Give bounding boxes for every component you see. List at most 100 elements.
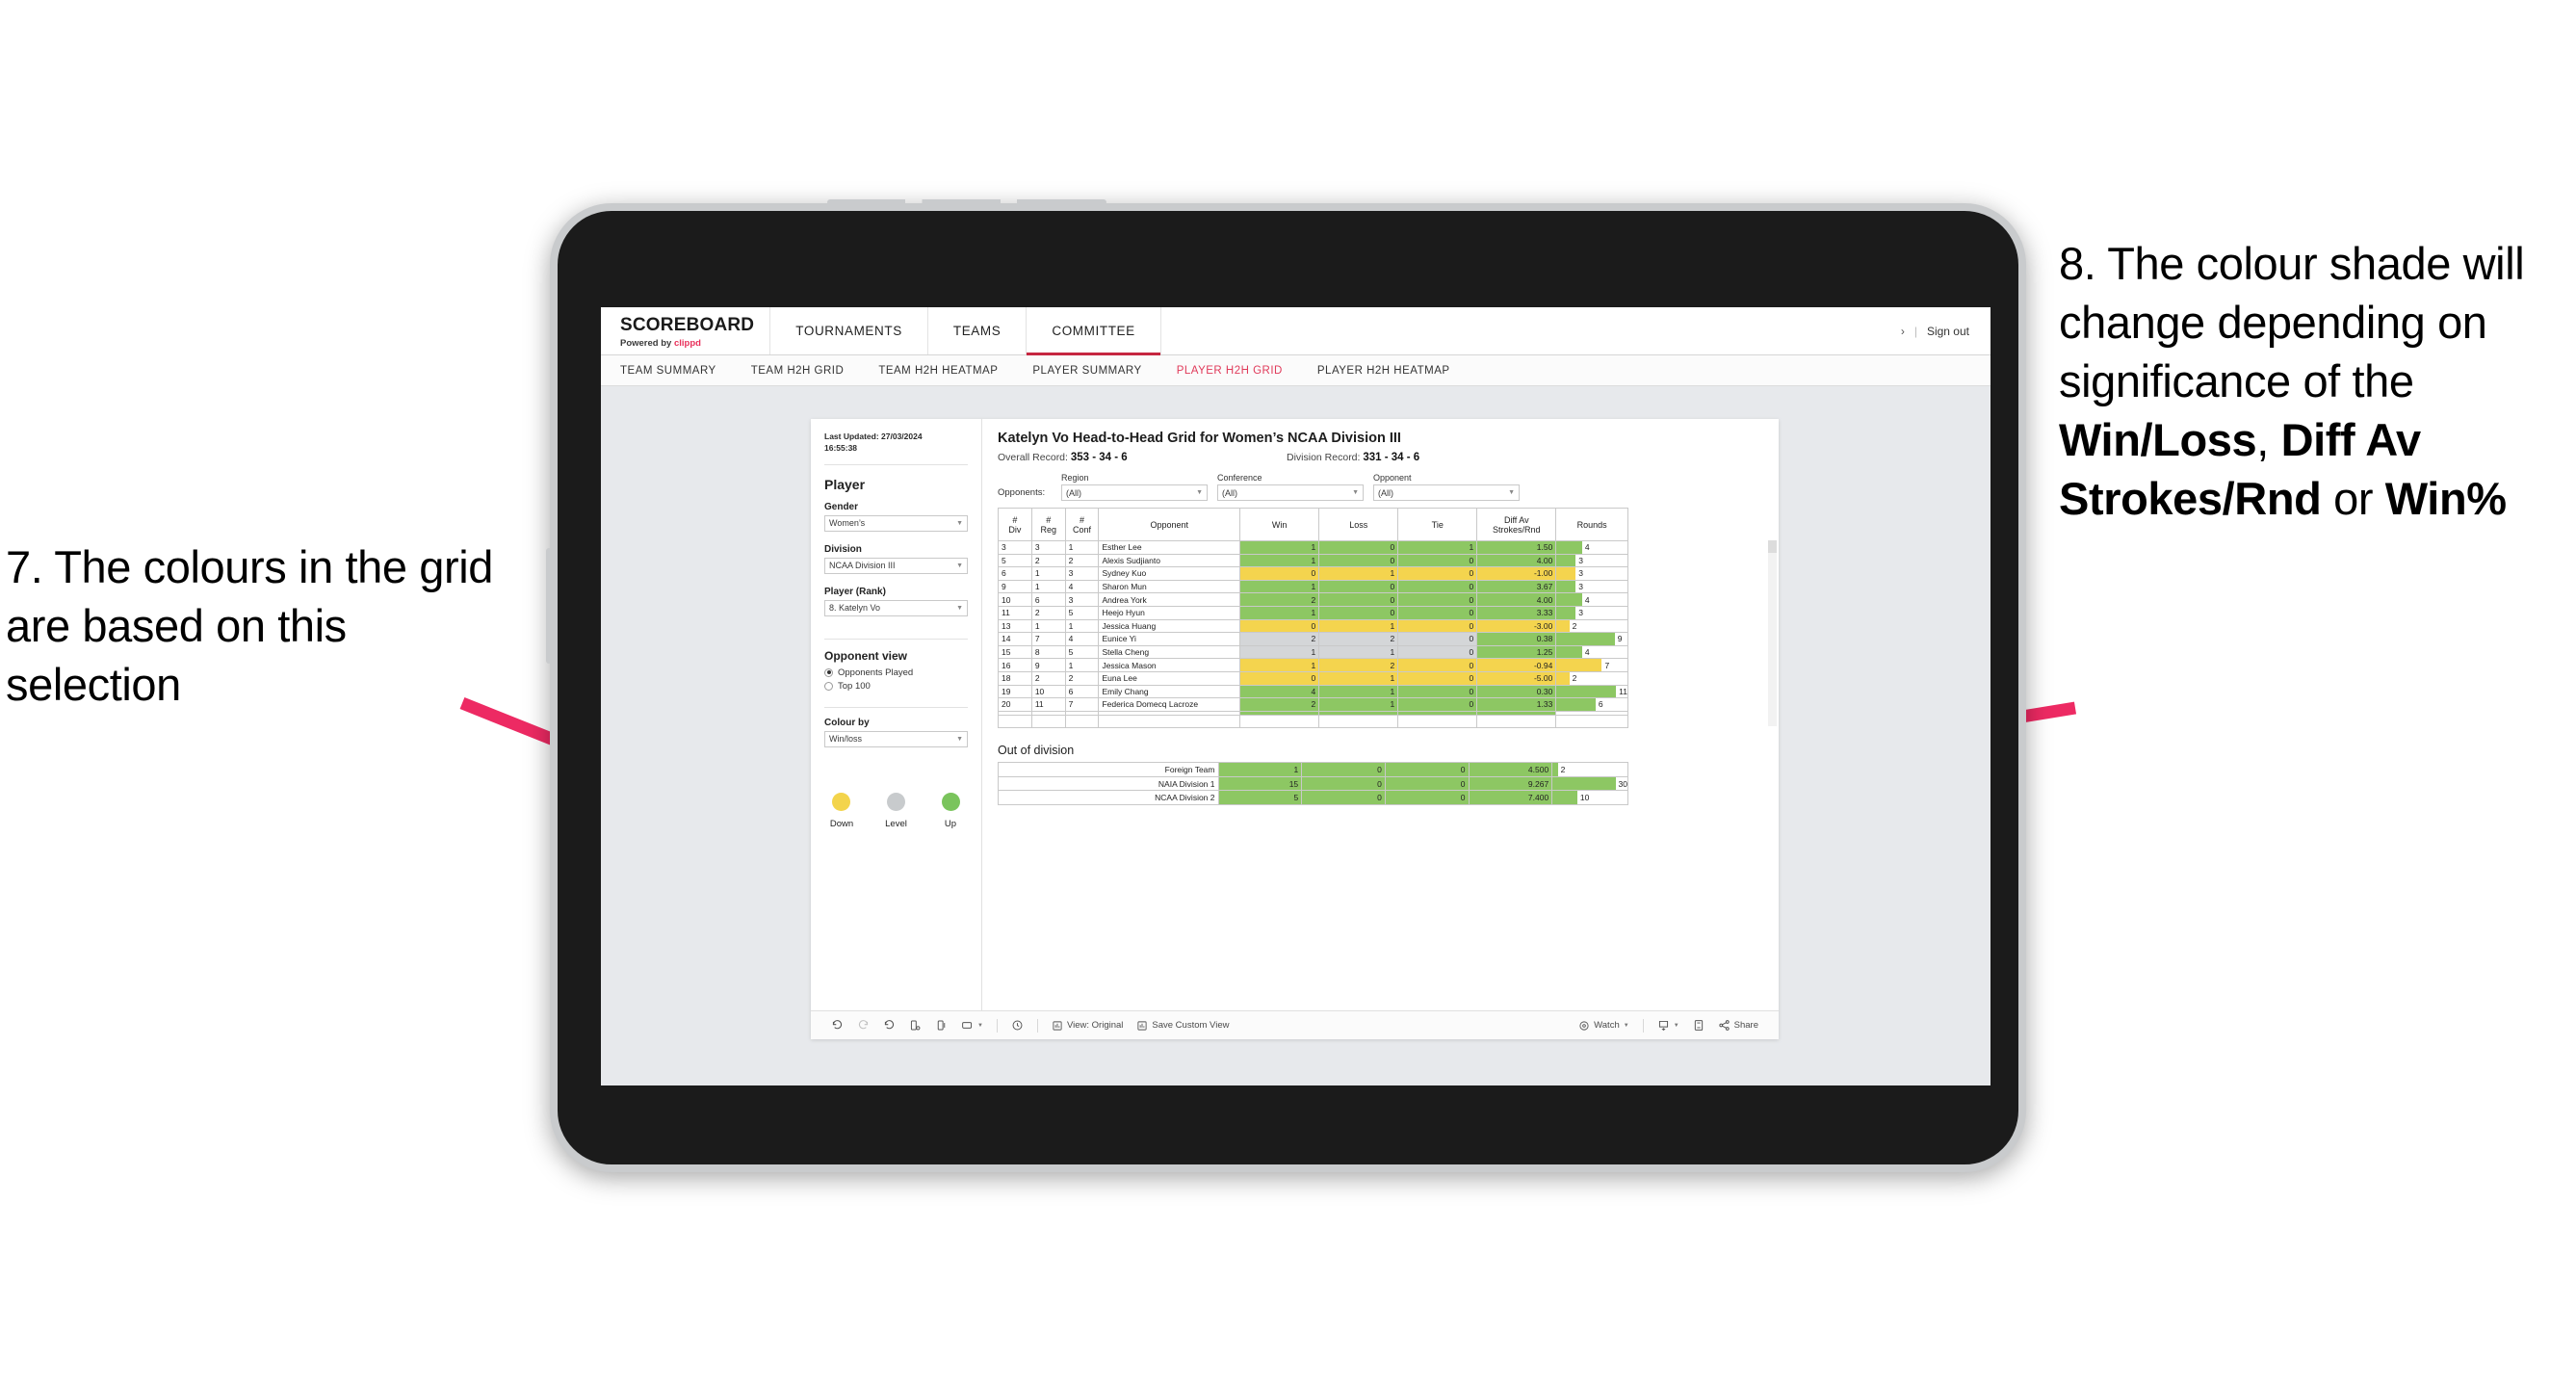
radio-opponents-played[interactable]: Opponents Played bbox=[824, 667, 968, 678]
table-row[interactable]: 3 3 1 Esther Lee 1 0 1 1.50 4 bbox=[998, 540, 1628, 555]
device-layout-button[interactable]: ▼ bbox=[954, 1020, 990, 1031]
redo-button[interactable] bbox=[850, 1019, 876, 1032]
opponent-select[interactable]: (All) ▼ bbox=[1373, 484, 1520, 501]
table-row[interactable]: 11 2 5 Heejo Hyun 1 0 0 3.33 3 bbox=[998, 605, 1628, 620]
refresh-data-button[interactable] bbox=[902, 1019, 928, 1032]
download-button[interactable]: ▼ bbox=[1651, 1019, 1686, 1032]
table-row[interactable]: 18 2 2 Euna Lee 0 1 0 -5.00 2 bbox=[998, 670, 1628, 686]
secondary-nav: TEAM SUMMARY TEAM H2H GRID TEAM H2H HEAT… bbox=[601, 355, 1991, 386]
table-row[interactable]: 20 11 7 Federica Domecq Lacroze 2 1 0 1.33 6 bbox=[998, 697, 1628, 712]
cell-tie: 0 bbox=[1397, 632, 1478, 646]
cell-loss: 0 bbox=[1318, 553, 1399, 568]
cell-empty bbox=[1030, 714, 1066, 729]
cell-loss: 1 bbox=[1318, 697, 1399, 712]
cell-reg: 11 bbox=[1030, 697, 1066, 712]
pause-updates-button[interactable] bbox=[928, 1019, 954, 1032]
cell-win: 2 bbox=[1239, 592, 1320, 607]
player-rank-select[interactable]: 8. Katelyn Vo ▼ bbox=[824, 599, 968, 616]
col-header-diff-av-strokes-rnd[interactable]: Diff Av Strokes/Rnd bbox=[1476, 508, 1557, 541]
chevron-right-icon[interactable]: › bbox=[1901, 325, 1905, 338]
save-custom-view-button[interactable]: Save Custom View bbox=[1130, 1020, 1236, 1032]
col-header-conf[interactable]: # Conf bbox=[1064, 508, 1100, 541]
tab-player-summary[interactable]: PLAYER SUMMARY bbox=[1032, 365, 1162, 377]
region-select[interactable]: (All) ▼ bbox=[1061, 484, 1208, 501]
cell-reg: 6 bbox=[1030, 592, 1066, 607]
cell-tie: 0 bbox=[1397, 579, 1478, 594]
table-row[interactable]: 9 1 4 Sharon Mun 1 0 0 3.67 3 bbox=[998, 579, 1628, 594]
cell-tie: 0 bbox=[1397, 618, 1478, 634]
cell-div: 15 bbox=[998, 644, 1032, 660]
nav-item-tournaments[interactable]: TOURNAMENTS bbox=[770, 307, 928, 354]
col-header-div[interactable]: # Div bbox=[998, 508, 1032, 541]
radio-top-100[interactable]: Top 100 bbox=[824, 681, 968, 692]
view-original-button[interactable]: View: Original bbox=[1045, 1020, 1130, 1032]
conference-select[interactable]: (All) ▼ bbox=[1217, 484, 1364, 501]
cell-opponent: Jessica Mason bbox=[1098, 658, 1241, 672]
share-button[interactable]: Share bbox=[1711, 1019, 1765, 1032]
cell-div: 5 bbox=[998, 553, 1032, 568]
gender-value: Women’s bbox=[829, 518, 866, 529]
table-row[interactable]: 16 9 1 Jessica Mason 1 2 0 -0.94 7 bbox=[998, 658, 1628, 672]
watch-button[interactable]: Watch ▼ bbox=[1572, 1020, 1636, 1032]
brand-logo[interactable]: SCOREBOARD Powered by clippd bbox=[601, 307, 771, 354]
nav-item-teams[interactable]: TEAMS bbox=[928, 307, 1028, 354]
chevron-down-icon: ▼ bbox=[1508, 489, 1515, 496]
col-header-rounds[interactable]: Rounds bbox=[1555, 508, 1628, 541]
undo-button[interactable] bbox=[824, 1019, 850, 1032]
table-row[interactable]: NCAA Division 2 5 0 0 7.400 10 bbox=[998, 790, 1628, 805]
visualization-body: Last Updated: 27/03/2024 16:55:38 Player… bbox=[811, 419, 1779, 1010]
col-header-opponent[interactable]: Opponent bbox=[1098, 508, 1241, 541]
cell-diff: 7.400 bbox=[1468, 790, 1553, 805]
cell-tie: 0 bbox=[1384, 762, 1470, 777]
revert-button[interactable] bbox=[876, 1019, 902, 1032]
colour-by-select[interactable]: Win/loss ▼ bbox=[824, 730, 968, 747]
tab-team-summary[interactable]: TEAM SUMMARY bbox=[620, 365, 738, 377]
cell-win: 15 bbox=[1217, 775, 1303, 792]
grid-scrollbar-thumb[interactable] bbox=[1768, 540, 1777, 553]
out-of-division-table: Foreign Team 1 0 0 4.500 2 NAIA Division 1 15 0 0… bbox=[998, 762, 1628, 805]
col-header-win[interactable]: Win bbox=[1239, 508, 1320, 541]
table-row[interactable]: 6 1 3 Sydney Kuo 0 1 0 -1.00 3 bbox=[998, 566, 1628, 581]
cell-loss: 1 bbox=[1318, 670, 1399, 686]
main-content: Katelyn Vo Head-to-Head Grid for Women’s… bbox=[982, 419, 1779, 1010]
tab-player-h2h-grid[interactable]: PLAYER H2H GRID bbox=[1177, 365, 1304, 377]
divider: | bbox=[1913, 324, 1917, 338]
divider bbox=[1642, 1018, 1644, 1033]
cell-loss: 0 bbox=[1318, 592, 1399, 607]
table-row[interactable]: 5 2 2 Alexis Sudjianto 1 0 0 4.00 3 bbox=[998, 553, 1628, 568]
cell-win: 4 bbox=[1239, 684, 1320, 699]
pause-auto-update-button[interactable] bbox=[1004, 1019, 1030, 1032]
cell-win: 1 bbox=[1239, 553, 1320, 568]
fullscreen-button[interactable] bbox=[1686, 1019, 1711, 1032]
table-row[interactable]: 10 6 3 Andrea York 2 0 0 4.00 4 bbox=[998, 592, 1628, 607]
nav-item-committee[interactable]: COMMITTEE bbox=[1027, 307, 1161, 355]
table-row[interactable]: 14 7 4 Eunice Yi 2 2 0 0.38 9 bbox=[998, 632, 1628, 646]
cell-diff: -5.00 bbox=[1476, 670, 1557, 686]
table-row[interactable]: Foreign Team 1 0 0 4.500 2 bbox=[998, 762, 1628, 777]
cell-opponent: Alexis Sudjianto bbox=[1098, 553, 1241, 568]
table-row[interactable]: NAIA Division 1 15 0 0 9.267 30 bbox=[998, 775, 1628, 792]
tab-player-h2h-heatmap[interactable]: PLAYER H2H HEATMAP bbox=[1317, 365, 1471, 377]
opponent-filter: Opponent (All) ▼ bbox=[1373, 473, 1520, 501]
col-header-reg[interactable]: # Reg bbox=[1030, 508, 1066, 541]
col-header-tie[interactable]: Tie bbox=[1397, 508, 1478, 541]
division-select[interactable]: NCAA Division III ▼ bbox=[824, 557, 968, 574]
table-row[interactable]: 15 8 5 Stella Cheng 1 1 0 1.25 4 bbox=[998, 644, 1628, 660]
cell-empty bbox=[1064, 714, 1100, 729]
h2h-grid-wrapper: # Div # Reg # Conf Opponent Win Loss Tie Diff Av St… bbox=[998, 508, 1777, 729]
conference-filter: Conference (All) ▼ bbox=[1217, 473, 1364, 501]
table-row[interactable]: 13 1 1 Jessica Huang 0 1 0 -3.00 2 bbox=[998, 618, 1628, 634]
sign-out-button[interactable]: Sign out bbox=[1927, 325, 1969, 338]
cell-loss: 0 bbox=[1301, 775, 1386, 792]
col-header-loss[interactable]: Loss bbox=[1318, 508, 1399, 541]
cell-div: 3 bbox=[998, 540, 1032, 555]
cell-conf: 3 bbox=[1064, 592, 1100, 607]
tab-team-h2h-grid[interactable]: TEAM H2H GRID bbox=[751, 365, 866, 377]
grid-scrollbar-track[interactable] bbox=[1768, 540, 1777, 727]
table-row[interactable]: 19 10 6 Emily Chang 4 1 0 0.30 11 bbox=[998, 684, 1628, 699]
clippd-name: clippd bbox=[673, 337, 701, 349]
tab-team-h2h-heatmap[interactable]: TEAM H2H HEATMAP bbox=[878, 365, 1019, 377]
cell-rounds: 3 bbox=[1555, 553, 1628, 568]
cell-win: 1 bbox=[1217, 762, 1303, 777]
gender-select[interactable]: Women’s ▼ bbox=[824, 514, 968, 532]
